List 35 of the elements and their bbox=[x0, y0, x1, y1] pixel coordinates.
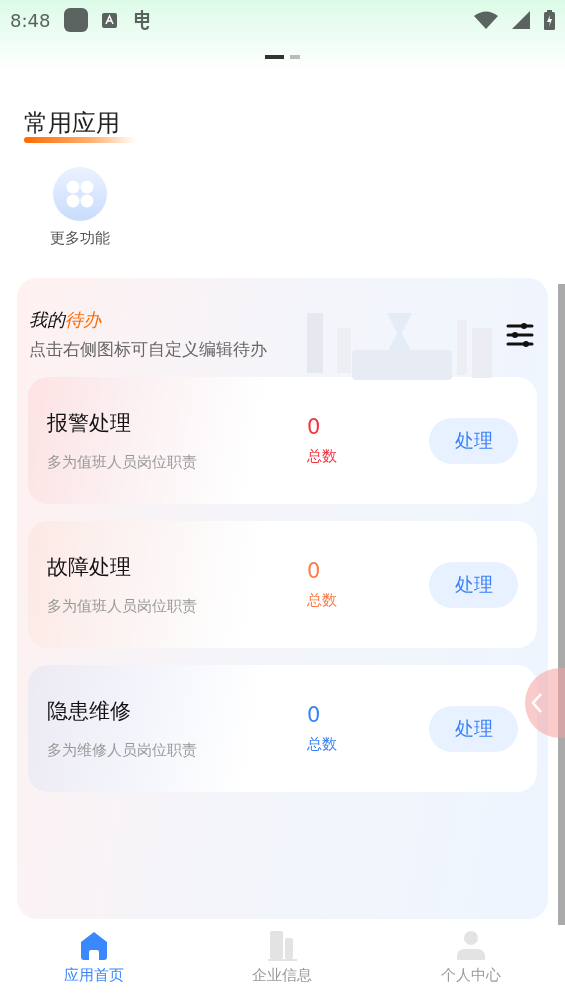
building-icon bbox=[266, 930, 299, 962]
todo-title: 我的待办 bbox=[29, 308, 103, 332]
task-name: 报警处理 bbox=[47, 410, 132, 437]
task-description: 多为维修人员岗位职责 bbox=[47, 741, 198, 760]
process-button[interactable]: 处理 bbox=[429, 705, 518, 752]
section-title: 常用应用 bbox=[24, 110, 120, 136]
task-count: 0 bbox=[307, 415, 322, 439]
task-name: 故障处理 bbox=[47, 554, 132, 581]
nav-tab[interactable]: 企业信息 bbox=[188, 925, 377, 999]
task-count: 0 bbox=[307, 703, 322, 727]
battery-icon bbox=[544, 10, 555, 30]
task-count: 0 bbox=[307, 559, 322, 583]
app-icon bbox=[64, 8, 89, 32]
process-button[interactable]: 处理 bbox=[429, 417, 518, 464]
side-drawer-tab[interactable] bbox=[525, 668, 565, 738]
process-button[interactable]: 处理 bbox=[429, 561, 518, 608]
status-time: 8:48 bbox=[10, 9, 51, 31]
task-description: 多为值班人员岗位职责 bbox=[47, 597, 198, 616]
count-label: 总数 bbox=[307, 447, 338, 466]
keyboard-icon bbox=[102, 12, 118, 28]
todo-hint: 点击右侧图标可自定义编辑待办 bbox=[29, 338, 268, 361]
count-label: 总数 bbox=[307, 591, 338, 610]
person-icon bbox=[454, 930, 487, 962]
nav-tab[interactable]: 应用首页 bbox=[0, 925, 189, 999]
task-name: 隐患维修 bbox=[47, 698, 132, 725]
task-description: 多为值班人员岗位职责 bbox=[47, 453, 198, 472]
count-label: 总数 bbox=[307, 735, 338, 754]
grid-icon[interactable] bbox=[53, 167, 107, 221]
app-label[interactable]: 更多功能 bbox=[50, 229, 110, 248]
chevron-left-icon bbox=[531, 692, 543, 714]
nav-tab[interactable]: 个人中心 bbox=[376, 925, 565, 999]
filter-settings-icon[interactable] bbox=[506, 322, 534, 347]
scrollbar[interactable] bbox=[558, 284, 565, 925]
signal-icon bbox=[512, 11, 530, 29]
wifi-icon bbox=[474, 11, 498, 29]
